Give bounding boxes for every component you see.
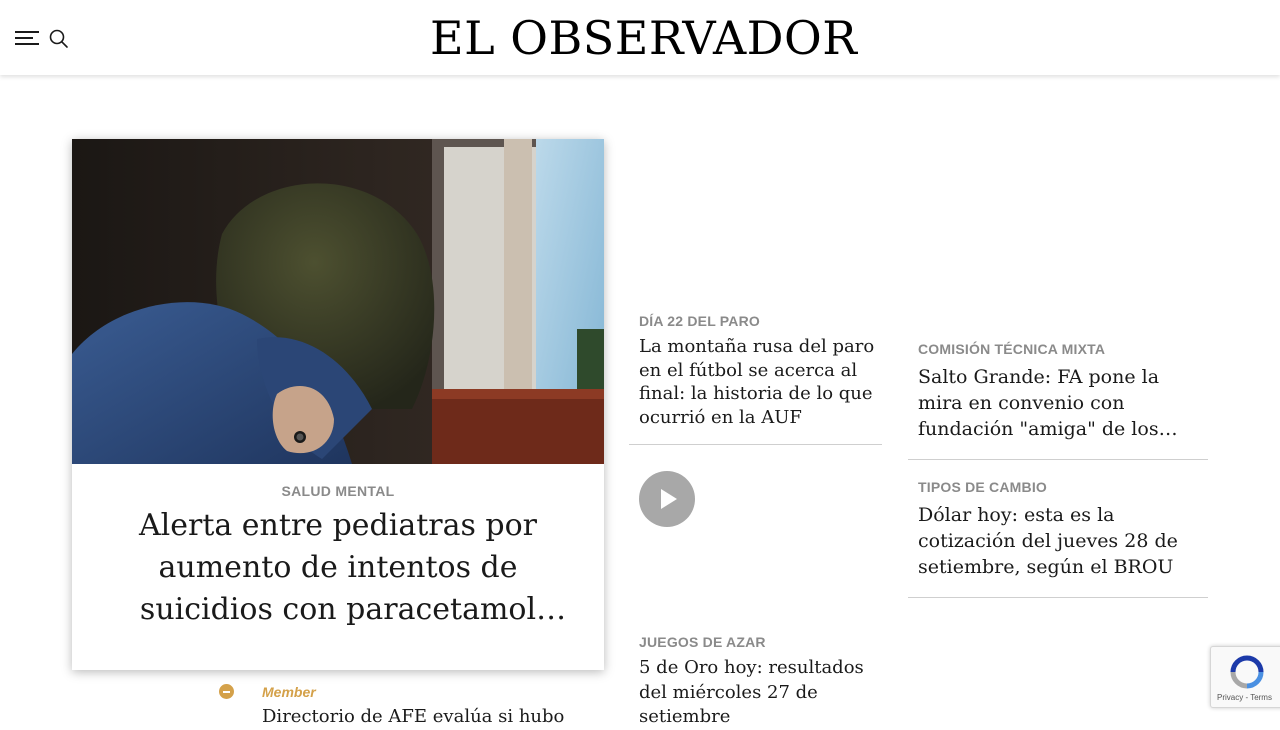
search-icon[interactable] — [48, 28, 70, 50]
article-title[interactable]: 5 de Oro hoy: resultados del miércoles 2… — [639, 656, 884, 730]
hero-article-title[interactable]: Alerta entre pediatras por aumento de in… — [112, 505, 564, 631]
article-divider — [908, 459, 1208, 460]
recaptcha-terms[interactable]: Privacy - Terms — [1217, 693, 1272, 702]
hero-article-kicker[interactable]: SALUD MENTAL — [72, 483, 604, 499]
article-divider — [629, 444, 882, 445]
article-kicker[interactable]: DÍA 22 DEL PARO — [639, 313, 760, 329]
recaptcha-icon — [1230, 655, 1264, 689]
article-kicker[interactable]: COMISIÓN TÉCNICA MIXTA — [918, 341, 1105, 357]
article-kicker[interactable]: JUEGOS DE AZAR — [639, 634, 766, 650]
article-title[interactable]: Salto Grande: FA pone la mira en conveni… — [918, 364, 1203, 442]
recaptcha-badge[interactable]: Privacy - Terms — [1210, 646, 1280, 708]
article-divider — [908, 597, 1208, 598]
hamburger-menu-icon[interactable] — [15, 28, 39, 48]
member-article-title[interactable]: Directorio de AFE evalúa si hubo — [262, 706, 582, 727]
article-title[interactable]: Dólar hoy: esta es la cotización del jue… — [918, 502, 1203, 580]
play-icon — [661, 489, 677, 509]
video-play-button[interactable] — [639, 471, 695, 527]
article-title[interactable]: La montaña rusa del paro en el fútbol se… — [639, 335, 879, 429]
hero-article-card[interactable]: SALUD MENTAL Alerta entre pediatras por … — [72, 139, 604, 670]
site-header: EL OBSERVADOR — [0, 0, 1280, 75]
article-kicker[interactable]: TIPOS DE CAMBIO — [918, 479, 1047, 495]
member-label: Member — [262, 684, 316, 700]
site-logo[interactable]: EL OBSERVADOR — [430, 12, 857, 64]
hero-article-image[interactable] — [72, 139, 604, 464]
member-badge-icon — [219, 684, 234, 699]
